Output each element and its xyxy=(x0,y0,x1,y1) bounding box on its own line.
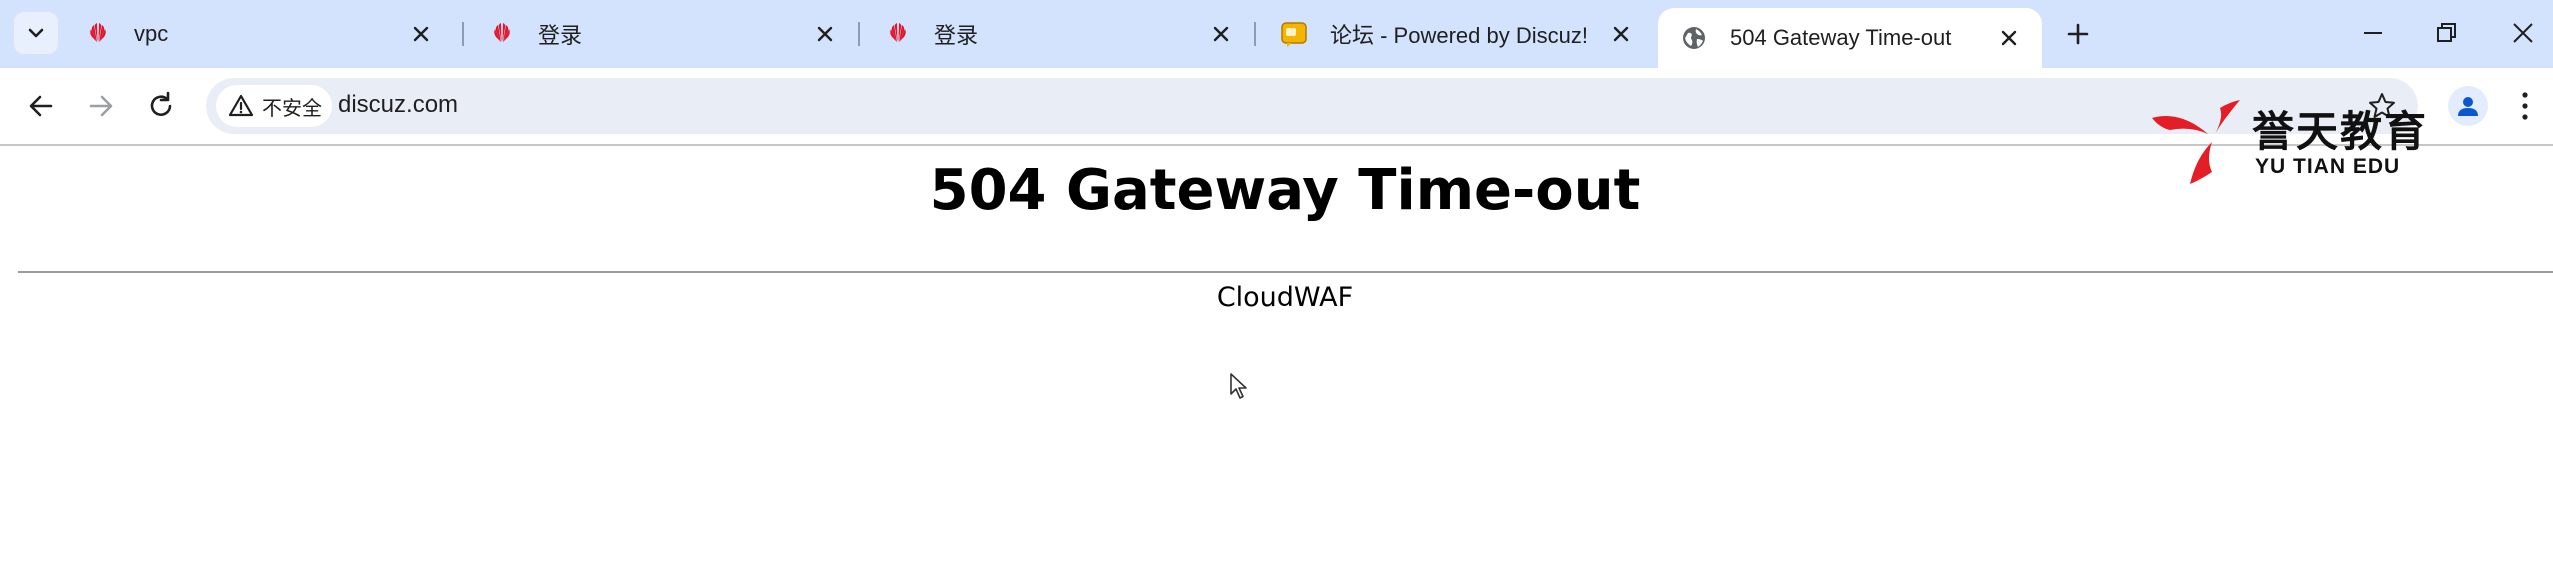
mouse-cursor-icon xyxy=(1230,373,1247,399)
tab-separator xyxy=(462,22,464,46)
tab-title: 登录 xyxy=(934,23,979,48)
tab-title: 504 Gateway Time-out xyxy=(1730,25,1952,50)
tab-login-1[interactable]: 登录 xyxy=(466,10,858,58)
tab-title: 登录 xyxy=(538,23,583,48)
tab-vpc[interactable]: vpc xyxy=(62,10,454,58)
tab-gateway-timeout[interactable]: 504 Gateway Time-out xyxy=(1658,8,2042,68)
reload-icon[interactable] xyxy=(144,89,178,123)
tab-separator xyxy=(1254,22,1256,46)
warning-icon xyxy=(228,94,254,117)
back-icon[interactable] xyxy=(24,89,58,123)
globe-icon xyxy=(1683,27,1705,49)
tab-search-button[interactable] xyxy=(14,12,58,54)
tab-strip: vpc 登录 登录 论坛 - Powered by Discuz! 504 Ga… xyxy=(0,0,2553,68)
discuz-forum-icon xyxy=(1281,22,1307,47)
divider xyxy=(18,271,2553,273)
chevron-down-icon xyxy=(28,28,44,38)
profile-avatar[interactable] xyxy=(2448,86,2488,126)
close-icon[interactable] xyxy=(1998,27,2020,49)
huawei-icon xyxy=(90,23,106,42)
server-signature: CloudWAF xyxy=(1216,282,1354,313)
close-window-icon[interactable] xyxy=(2508,18,2538,48)
new-tab-icon[interactable] xyxy=(2060,16,2096,52)
page-title: 504 Gateway Time-out xyxy=(929,158,1641,223)
close-icon[interactable] xyxy=(1210,23,1232,45)
forward-icon[interactable] xyxy=(84,89,118,123)
site-info-chip[interactable]: 不安全 xyxy=(216,85,332,127)
huawei-icon xyxy=(890,23,906,42)
tab-title: vpc xyxy=(134,21,169,46)
more-menu-icon[interactable] xyxy=(2518,90,2532,122)
tab-separator xyxy=(858,22,860,46)
logo-chinese-name: 誉天教育 xyxy=(2252,107,2429,156)
tab-title: 论坛 - Powered by Discuz! xyxy=(1330,23,1588,48)
close-icon[interactable] xyxy=(410,23,432,45)
close-icon[interactable] xyxy=(814,23,836,45)
tab-login-2[interactable]: 登录 xyxy=(862,10,1254,58)
minimize-icon[interactable] xyxy=(2358,18,2388,48)
url-text[interactable]: discuz.com xyxy=(338,91,458,119)
tab-discuz-forum[interactable]: 论坛 - Powered by Discuz! xyxy=(1258,10,1654,58)
address-bar[interactable]: 不安全 discuz.com xyxy=(206,78,2418,134)
restore-icon[interactable] xyxy=(2432,18,2462,48)
person-icon xyxy=(2458,97,2478,116)
huawei-icon xyxy=(494,23,510,42)
close-icon[interactable] xyxy=(1610,23,1632,45)
not-secure-label: 不安全 xyxy=(262,97,322,120)
